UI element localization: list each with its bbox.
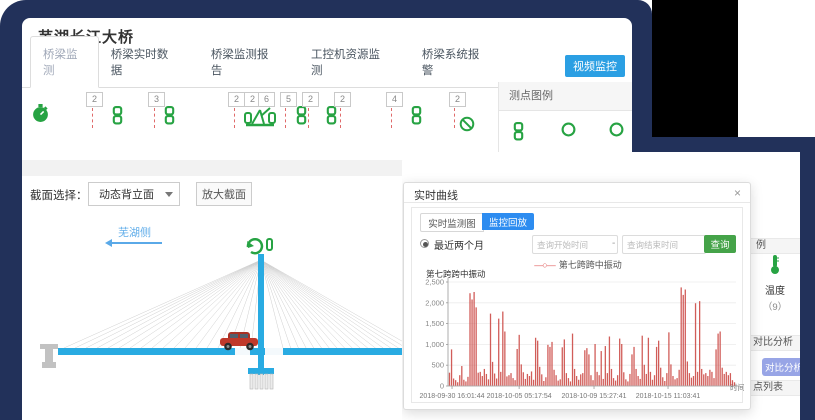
sensor-dash-marker	[234, 108, 235, 128]
panel-header-fragment: 例	[750, 238, 800, 254]
section-select-value: 动态背立面	[99, 186, 154, 202]
section-select-label: 截面选择：	[30, 184, 88, 208]
ring-sensor-icon	[609, 122, 624, 142]
query-button[interactable]: 查询	[704, 235, 736, 253]
tab-bar: 桥梁监测 桥梁实时数据 桥梁监测报告 工控机资源监测 桥梁系统报警	[22, 54, 498, 88]
link-sensor-icon[interactable]	[411, 106, 422, 130]
svg-text:500: 500	[431, 361, 444, 370]
sensor-count-badge: 5	[280, 92, 297, 107]
ring-sensor-icon	[561, 122, 576, 142]
chevron-down-icon	[165, 192, 173, 197]
rotate-sensor-icon[interactable]	[247, 239, 262, 253]
compare-analysis-button[interactable]: 对比分析	[762, 358, 800, 376]
prohibit-sensor-icon[interactable]	[459, 116, 475, 137]
truss-sensor-icon[interactable]	[244, 104, 276, 133]
link-sensor-icon[interactable]	[267, 239, 272, 250]
link-sensor-icon[interactable]	[164, 106, 175, 130]
bridge-tower	[258, 254, 264, 375]
section-select-dropdown[interactable]: 动态背立面	[88, 182, 180, 206]
date-range-separator: -	[612, 238, 615, 249]
sensor-count-badge: 2	[302, 92, 319, 107]
query-end-time-input[interactable]	[622, 235, 706, 254]
sensor-dash-marker	[154, 108, 155, 128]
svg-text:2,000: 2,000	[425, 298, 444, 307]
video-monitor-button[interactable]: 视频监控	[565, 55, 625, 77]
link-sensor-icon[interactable]	[296, 106, 307, 130]
sensor-dash-marker	[454, 108, 455, 128]
svg-text:2018-09-30 16:01:44: 2018-09-30 16:01:44	[420, 393, 485, 400]
sensor-dash-marker	[92, 108, 93, 128]
tab-monitor-report[interactable]: 桥梁监测报告	[199, 37, 287, 87]
svg-text:2018-10-05 05:17:54: 2018-10-05 05:17:54	[487, 393, 552, 400]
temperature-count: （9）	[750, 299, 800, 313]
tab-bridge-monitor[interactable]: 桥梁监测	[30, 36, 99, 88]
dialog-body: 实时监测图 监控回放 最近两个月 - 查询 —○—第七跨跨中振动 第七跨跨中振动…	[411, 207, 743, 403]
sensor-count-badge: 4	[386, 92, 403, 107]
point-list-header-fragment: 点列表	[750, 380, 800, 396]
svg-text:0: 0	[440, 382, 444, 391]
pier-cap	[248, 368, 274, 374]
temperature-legend-item[interactable]: 温度 （9）	[750, 254, 800, 313]
dialog-title: 实时曲线	[414, 187, 458, 203]
sensor-count-badge: 2	[334, 92, 351, 107]
sensor-count-badge: 3	[148, 92, 165, 107]
tab-ipc-resource[interactable]: 工控机资源监测	[299, 37, 398, 87]
left-abutment	[40, 344, 58, 368]
timer-sensor-icon[interactable]	[32, 104, 49, 128]
temperature-label: 温度	[750, 282, 800, 297]
tab-system-alarm[interactable]: 桥梁系统报警	[410, 37, 498, 87]
legend-panel-title: 测点图例	[499, 82, 632, 111]
black-backdrop	[652, 0, 738, 142]
svg-text:2,500: 2,500	[425, 278, 444, 287]
realtime-curve-dialog: 实时曲线 × 实时监测图 监控回放 最近两个月 - 查询 —○—第七跨跨中振动 …	[403, 182, 751, 410]
close-icon[interactable]: ×	[734, 186, 741, 200]
svg-text:2018-10-09 15:27:41: 2018-10-09 15:27:41	[562, 393, 627, 400]
query-start-time-input[interactable]	[532, 235, 618, 254]
bridge-diagram	[36, 234, 418, 420]
vibration-chart: 第七跨跨中振动 时间 05001,0001,5002,0002,5002018-…	[412, 268, 744, 404]
tab-realtime-data[interactable]: 桥梁实时数据	[99, 37, 187, 87]
svg-text:1,000: 1,000	[425, 340, 444, 349]
svg-text:2018-10-15 11:03:41: 2018-10-15 11:03:41	[636, 393, 701, 400]
sensor-count-badge: 2	[449, 92, 466, 107]
svg-text:1,500: 1,500	[425, 319, 444, 328]
tab-realtime-chart[interactable]: 实时监测图	[420, 213, 484, 232]
background-monitor-window: 例 温度 （9） 对比分析 对比分析 点列表 实时曲线 × 实时监测图 监控回放…	[402, 152, 800, 420]
sensor-count-badge: 2	[228, 92, 245, 107]
tab-monitor-playback[interactable]: 监控回放	[482, 213, 534, 230]
sensor-dash-marker	[391, 108, 392, 128]
link-sensor-icon	[513, 122, 524, 146]
compare-analysis-header: 对比分析	[750, 335, 800, 351]
radio-label: 最近两个月	[434, 237, 484, 252]
sensor-count-badge: 2	[86, 92, 103, 107]
sensor-dash-marker	[285, 108, 286, 128]
link-sensor-icon[interactable]	[112, 106, 123, 130]
link-sensor-icon[interactable]	[326, 106, 337, 130]
screen: 芜湖长江大桥 桥梁监测 桥梁实时数据 桥梁监测报告 工控机资源监测 桥梁系统报警…	[0, 0, 815, 420]
recent-two-months-radio[interactable]	[420, 239, 429, 248]
thermometer-icon	[769, 254, 781, 275]
pier-piles	[250, 374, 273, 389]
sensor-dash-marker	[308, 108, 309, 128]
deck-joint	[265, 348, 283, 355]
enlarge-section-button[interactable]: 放大截面	[196, 182, 252, 206]
dialog-header: 实时曲线 ×	[404, 183, 750, 203]
sensor-dash-marker	[340, 108, 341, 128]
measure-point-legend-panel: 测点图例	[498, 82, 632, 162]
